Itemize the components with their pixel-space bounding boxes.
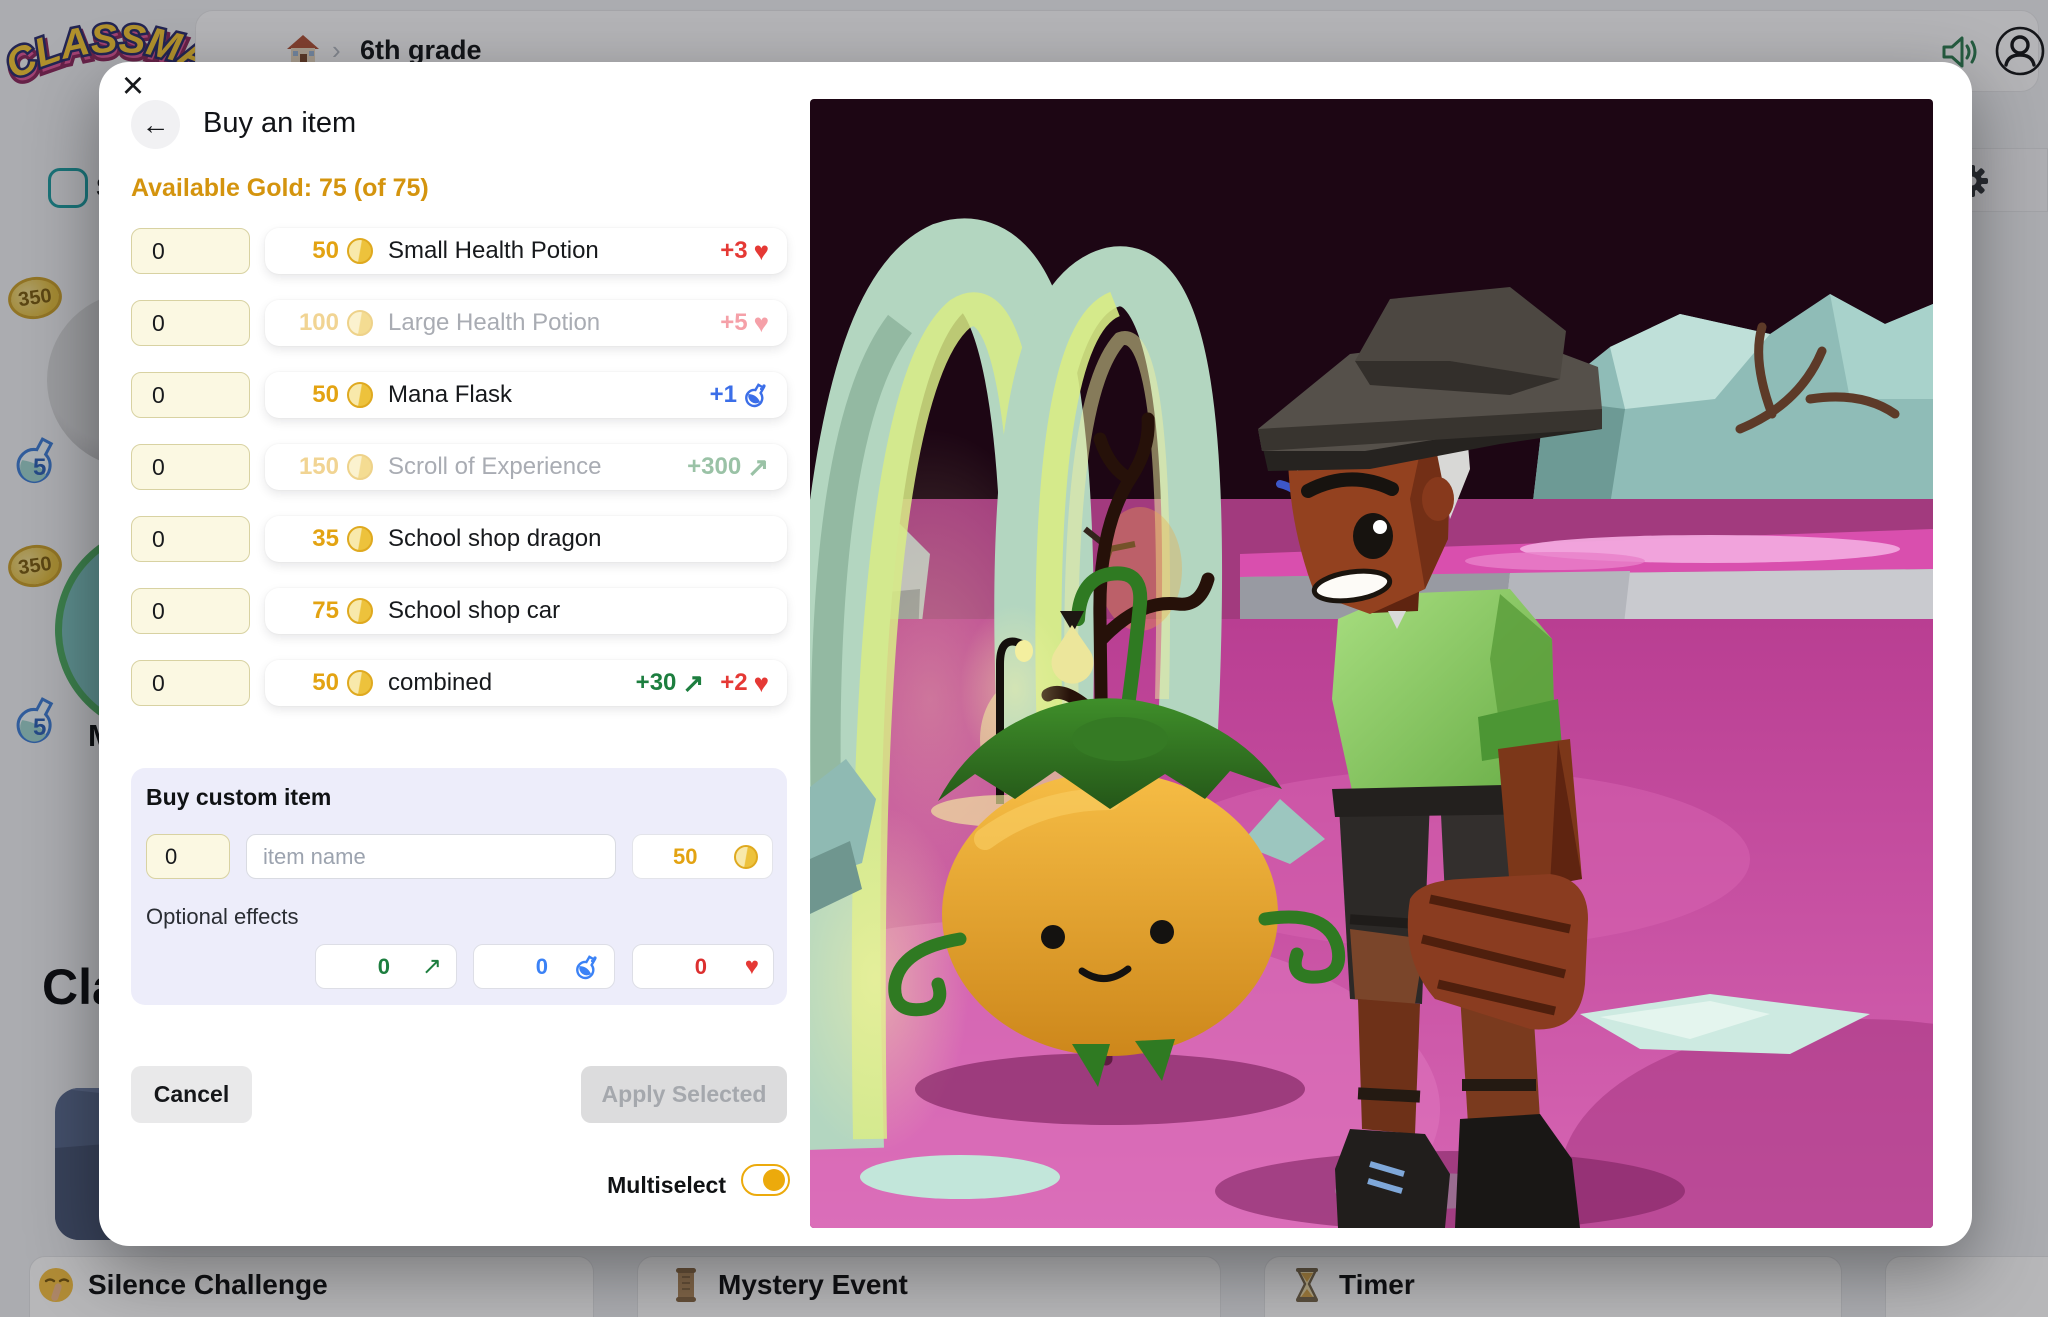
modal-title: Buy an item xyxy=(203,107,356,140)
custom-quantity-input[interactable] xyxy=(146,834,230,879)
xp-arrow-icon: ↗ xyxy=(422,955,442,979)
coin-icon xyxy=(347,382,373,408)
quantity-input[interactable] xyxy=(131,372,250,418)
effect-value: +2 xyxy=(720,669,747,697)
mana-flask-icon xyxy=(743,382,769,408)
item-row-small-health-potion: 50 Small Health Potion +3 ♥ xyxy=(131,228,787,274)
item-name: Large Health Potion xyxy=(388,309,600,337)
custom-price-value: 50 xyxy=(673,844,697,870)
buy-item-modal: × ← Buy an item Available Gold: 75 (of 7… xyxy=(99,62,1972,1246)
multiselect-toggle[interactable] xyxy=(741,1164,790,1196)
effect-value: +3 xyxy=(720,237,747,265)
item-name: Small Health Potion xyxy=(388,237,599,265)
quantity-input[interactable] xyxy=(131,228,250,274)
effect-value: +300 xyxy=(687,453,741,481)
custom-item-heading: Buy custom item xyxy=(146,784,331,811)
coin-icon xyxy=(347,454,373,480)
heart-icon: ♥ xyxy=(754,310,769,336)
toggle-knob xyxy=(763,1169,785,1191)
effect-value: +5 xyxy=(720,309,747,337)
xp-effect-input[interactable] xyxy=(330,954,390,980)
item-price: 50 xyxy=(281,237,339,265)
coin-icon xyxy=(347,670,373,696)
item-name: School shop dragon xyxy=(388,525,602,553)
quantity-input[interactable] xyxy=(131,444,250,490)
item-pill[interactable]: 150 Scroll of Experience +300↗ xyxy=(265,444,787,490)
coin-icon xyxy=(347,526,373,552)
item-row-mana-flask: 50 Mana Flask +1 xyxy=(131,372,787,418)
custom-health-effect: ♥ xyxy=(632,944,774,989)
coin-icon xyxy=(347,598,373,624)
item-name: Mana Flask xyxy=(388,381,512,409)
item-name: School shop car xyxy=(388,597,560,625)
coin-icon xyxy=(347,238,373,264)
back-button[interactable]: ← xyxy=(131,100,180,149)
heart-icon: ♥ xyxy=(754,238,769,264)
item-pill[interactable]: 100 Large Health Potion +5 ♥ xyxy=(265,300,787,346)
cancel-button[interactable]: Cancel xyxy=(131,1066,252,1123)
heart-icon: ♥ xyxy=(745,955,759,979)
item-row-school-shop-dragon: 35 School shop dragon xyxy=(131,516,787,562)
item-price: 50 xyxy=(281,669,339,697)
health-effect-input[interactable] xyxy=(647,954,707,980)
quantity-input[interactable] xyxy=(131,588,250,634)
buy-custom-item-section: Buy custom item 50 Optional effects ↗ ♥ xyxy=(131,768,787,1005)
item-pill[interactable]: 75 School shop car xyxy=(265,588,787,634)
item-row-school-shop-car: 75 School shop car xyxy=(131,588,787,634)
mana-flask-icon xyxy=(574,954,600,980)
effect-value: +30 xyxy=(636,669,677,697)
item-price: 100 xyxy=(281,309,339,337)
item-list: 50 Small Health Potion +3 ♥ 100 Large Hea… xyxy=(131,228,787,706)
quantity-input[interactable] xyxy=(131,660,250,706)
item-name: combined xyxy=(388,669,492,697)
item-price: 35 xyxy=(281,525,339,553)
multiselect-label: Multiselect xyxy=(479,1172,726,1199)
item-pill[interactable]: 50 Mana Flask +1 xyxy=(265,372,787,418)
item-pill[interactable]: 50 Small Health Potion +3 ♥ xyxy=(265,228,787,274)
custom-price-display: 50 xyxy=(632,834,773,879)
custom-xp-effect: ↗ xyxy=(315,944,457,989)
item-row-scroll-of-experience: 150 Scroll of Experience +300↗ xyxy=(131,444,787,490)
item-price: 150 xyxy=(281,453,339,481)
coin-icon xyxy=(347,310,373,336)
mana-effect-input[interactable] xyxy=(488,954,548,980)
optional-effects-label: Optional effects xyxy=(146,904,298,930)
item-row-large-health-potion: 100 Large Health Potion +5 ♥ xyxy=(131,300,787,346)
xp-arrow-icon: ↗ xyxy=(747,454,769,480)
quantity-input[interactable] xyxy=(131,516,250,562)
custom-item-name-input[interactable] xyxy=(246,834,616,879)
item-price: 50 xyxy=(281,381,339,409)
heart-icon: ♥ xyxy=(754,670,769,696)
coin-icon xyxy=(734,845,758,869)
item-price: 75 xyxy=(281,597,339,625)
item-pill[interactable]: 35 School shop dragon xyxy=(265,516,787,562)
game-scene xyxy=(810,99,1933,1228)
custom-mana-effect xyxy=(473,944,615,989)
available-gold: Available Gold: 75 (of 75) xyxy=(131,174,429,203)
item-pill[interactable]: 50 combined +30↗ +2 ♥ xyxy=(265,660,787,706)
xp-arrow-icon: ↗ xyxy=(682,670,704,696)
back-arrow-icon: ← xyxy=(142,109,170,141)
effect-value: +1 xyxy=(710,381,737,409)
quantity-input[interactable] xyxy=(131,300,250,346)
item-name: Scroll of Experience xyxy=(388,453,601,481)
item-row-combined: 50 combined +30↗ +2 ♥ xyxy=(131,660,787,706)
apply-selected-button[interactable]: Apply Selected xyxy=(581,1066,787,1123)
